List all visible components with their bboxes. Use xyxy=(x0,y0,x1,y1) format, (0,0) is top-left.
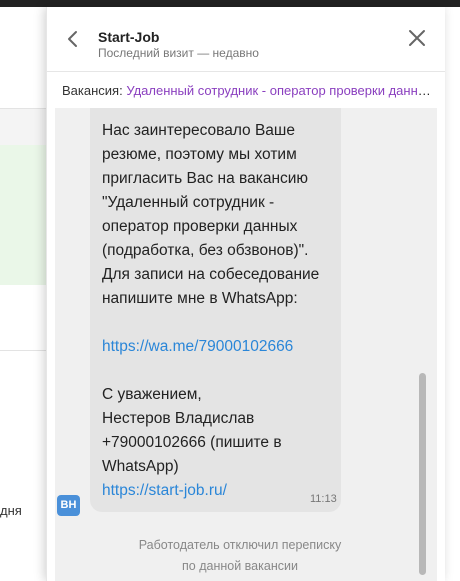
website-link[interactable]: https://start-job.ru/ xyxy=(102,482,227,499)
chat-panel: Start-Job Последний визит — недавно Вака… xyxy=(46,7,445,581)
last-visit-status: Последний визит — недавно xyxy=(98,46,259,60)
message-time: 11:13 xyxy=(310,493,337,505)
close-icon[interactable] xyxy=(407,28,427,48)
whatsapp-link[interactable]: https://wa.me/79000102666 xyxy=(102,338,293,355)
vacancy-link[interactable]: Удаленный сотрудник - оператор проверки … xyxy=(126,83,432,98)
scrollbar-thumb[interactable] xyxy=(419,373,426,575)
vacancy-label: Вакансия: xyxy=(62,83,123,98)
correspondence-disabled-notice: Работодатель отключил переписку по данно… xyxy=(138,538,342,573)
message-area[interactable]: Нас заинтересовало Ваше резюме, поэтому … xyxy=(55,108,437,581)
message-bubble: Нас заинтересовало Ваше резюме, поэтому … xyxy=(90,108,341,512)
chat-title: Start-Job xyxy=(98,29,160,45)
message-signature: С уважением, Нестеров Владислав +7900010… xyxy=(102,386,282,475)
message-body-1: Нас заинтересовало Ваше резюме, поэтому … xyxy=(102,122,320,307)
back-arrow-icon[interactable] xyxy=(65,29,79,49)
vacancy-info: Вакансия: Удаленный сотрудник - оператор… xyxy=(62,83,432,98)
background-topbar xyxy=(0,0,460,7)
background-text: дня xyxy=(0,503,22,518)
right-gutter xyxy=(444,7,460,581)
message-text: Нас заинтересовало Ваше резюме, поэтому … xyxy=(102,119,337,503)
sender-avatar: ВН xyxy=(57,495,80,516)
chat-header: Start-Job Последний визит — недавно xyxy=(47,7,445,71)
